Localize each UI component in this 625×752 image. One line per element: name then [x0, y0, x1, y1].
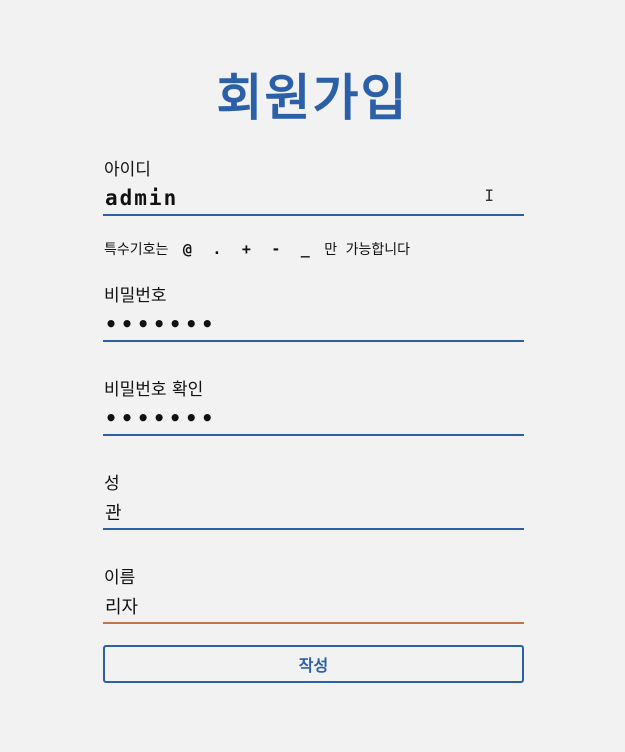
- hint-prefix: 특수기호는: [104, 242, 169, 258]
- page-title: 회원가입: [216, 69, 409, 127]
- first-name-input[interactable]: [103, 590, 524, 624]
- i-beam-cursor-icon: I: [484, 186, 494, 205]
- password-confirm-input[interactable]: [103, 402, 524, 436]
- password-label: 비밀번호: [104, 286, 167, 306]
- username-hint: 특수기호는 @ . + - _ 만 가능합니다: [104, 239, 524, 260]
- last-name-label: 성: [104, 474, 120, 494]
- first-name-field-group: 이름: [103, 566, 524, 624]
- hint-symbol-minus: -: [271, 240, 281, 258]
- first-name-label: 이름: [104, 568, 136, 588]
- password-input[interactable]: [103, 308, 524, 342]
- submit-button[interactable]: 작성: [103, 645, 524, 683]
- username-label: 아이디: [104, 160, 151, 180]
- signup-form: 아이디 I 특수기호는 @ . + - _ 만 가능합니다 비밀번호 비밀번호 …: [103, 158, 524, 683]
- last-name-field-group: 성: [103, 472, 524, 530]
- hint-suffix: 만 가능합니다: [324, 242, 411, 258]
- username-input[interactable]: [103, 182, 524, 216]
- password-confirm-label: 비밀번호 확인: [104, 380, 204, 400]
- last-name-input[interactable]: [103, 496, 524, 530]
- hint-symbol-at: @: [182, 240, 192, 258]
- password-confirm-field-group: 비밀번호 확인: [103, 378, 524, 436]
- hint-symbol-plus: +: [241, 240, 251, 258]
- hint-symbol-dot: .: [212, 240, 222, 258]
- hint-symbol-underscore: _: [300, 240, 310, 258]
- username-field-group: 아이디 I: [103, 158, 524, 216]
- password-field-group: 비밀번호: [103, 284, 524, 342]
